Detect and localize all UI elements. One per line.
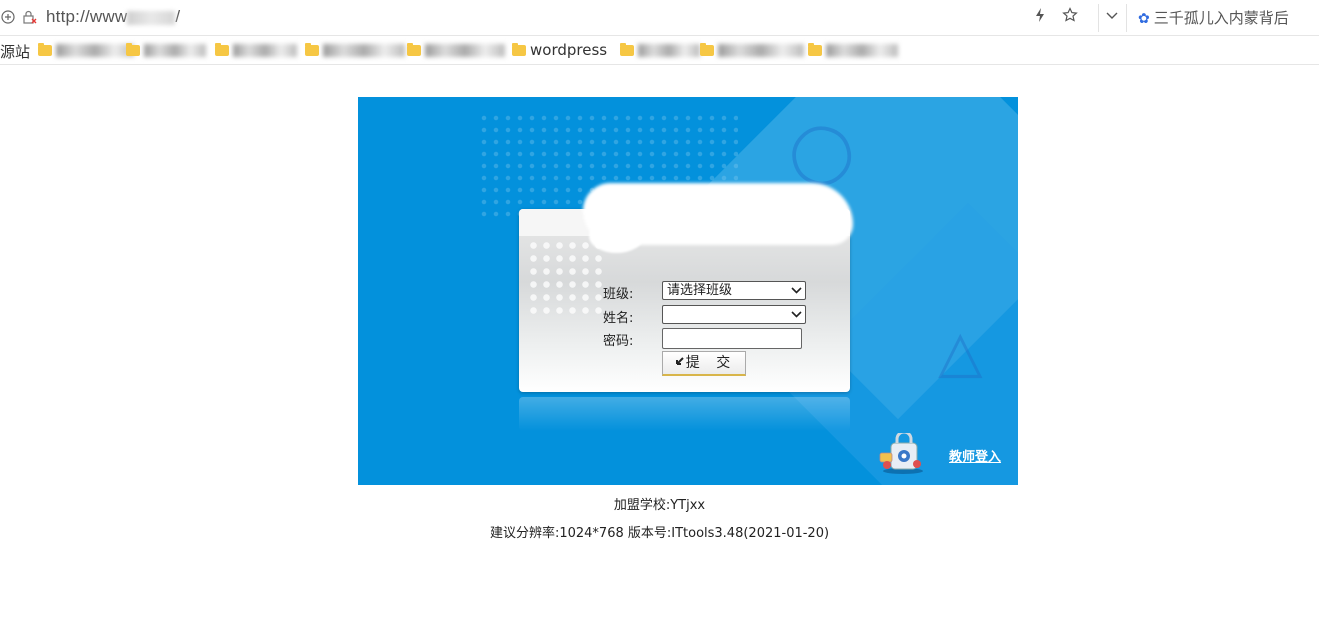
bookmark-label-redacted — [425, 44, 505, 57]
folder-icon — [305, 43, 319, 56]
logo-redacted — [589, 219, 644, 253]
login-banner: ◯ △ 班级: 请选择班级 姓名: 密码: 提 交 教师登入 — [358, 97, 1018, 485]
name-label: 姓名: — [603, 311, 634, 326]
add-page-icon[interactable] — [0, 9, 16, 25]
submit-button[interactable]: 提 交 — [662, 351, 746, 376]
bookmark-label-redacted — [233, 44, 297, 57]
banner-watermark-glyph: △ — [938, 317, 983, 385]
bookmark-folder[interactable] — [126, 41, 206, 59]
bookmark-label: 源站 — [0, 43, 31, 61]
folder-icon — [126, 43, 140, 56]
star-icon[interactable] — [1060, 7, 1080, 27]
bookmark-label-redacted — [56, 44, 134, 57]
folder-icon — [215, 43, 229, 56]
folder-icon — [700, 43, 714, 56]
bookmark-folder[interactable] — [808, 41, 898, 59]
folder-icon — [512, 43, 526, 56]
toolbar-divider — [1126, 4, 1127, 32]
chevron-down-icon[interactable] — [1102, 7, 1122, 27]
class-select-value: 请选择班级 — [667, 283, 733, 298]
bookmark-label-redacted — [826, 44, 898, 57]
bookmark-label-redacted — [718, 44, 804, 57]
card-reflection — [519, 397, 850, 431]
bookmark-label-redacted — [638, 44, 700, 57]
bookmark-folder[interactable] — [215, 41, 297, 59]
bookmark-label: wordpress — [530, 41, 608, 59]
chevron-down-icon — [791, 282, 802, 304]
card-dot-pattern — [527, 239, 607, 319]
address-bar: http://www / ✿ 三千孤儿入内蒙背后 — [0, 0, 1319, 36]
bookmark-folder[interactable] — [305, 41, 405, 59]
url-suffix: / — [175, 7, 181, 26]
bookmark-label-redacted — [323, 44, 405, 57]
search-suggestion[interactable]: ✿ 三千孤儿入内蒙背后 — [1138, 7, 1289, 28]
bookmark-item[interactable]: 源站 — [0, 41, 31, 61]
bookmarks-bar: 源站 wordpress — [0, 36, 1319, 65]
insecure-lock-icon[interactable] — [22, 9, 38, 25]
folder-icon — [808, 43, 822, 56]
teacher-lock-icon — [877, 430, 925, 475]
login-card: 班级: 请选择班级 姓名: 密码: 提 交 — [519, 183, 853, 392]
bookmark-folder[interactable] — [620, 41, 700, 59]
chevron-down-icon — [791, 306, 802, 328]
bookmark-folder[interactable] — [38, 41, 134, 59]
url-prefix: http://www — [46, 7, 128, 26]
folder-icon — [38, 43, 52, 56]
class-label: 班级: — [603, 287, 634, 302]
toolbar-divider — [1098, 4, 1099, 32]
submit-label: 提 交 — [685, 355, 737, 371]
bookmark-folder[interactable]: wordpress — [512, 41, 607, 59]
version-info: 建议分辨率:1024*768 版本号:ITtools3.48(2021-01-2… — [489, 526, 830, 541]
password-input[interactable] — [662, 328, 802, 349]
bookmark-folder[interactable] — [700, 41, 804, 59]
flash-icon[interactable] — [1030, 7, 1050, 27]
name-select[interactable] — [662, 305, 806, 324]
url-field[interactable]: http://www / — [46, 7, 180, 27]
search-text: 三千孤儿入内蒙背后 — [1153, 10, 1289, 27]
password-label: 密码: — [603, 334, 634, 349]
folder-icon — [620, 43, 634, 56]
teacher-login-link[interactable]: 教师登入 — [949, 446, 1001, 465]
bookmark-label-redacted — [144, 44, 206, 57]
url-redacted — [127, 10, 176, 25]
folder-icon — [407, 43, 421, 56]
class-select[interactable]: 请选择班级 — [662, 281, 806, 300]
baidu-paw-icon: ✿ — [1138, 10, 1150, 26]
bookmark-folder[interactable] — [407, 41, 505, 59]
submit-arrow-icon — [673, 353, 685, 375]
school-info: 加盟学校:YTjxx — [613, 498, 706, 513]
